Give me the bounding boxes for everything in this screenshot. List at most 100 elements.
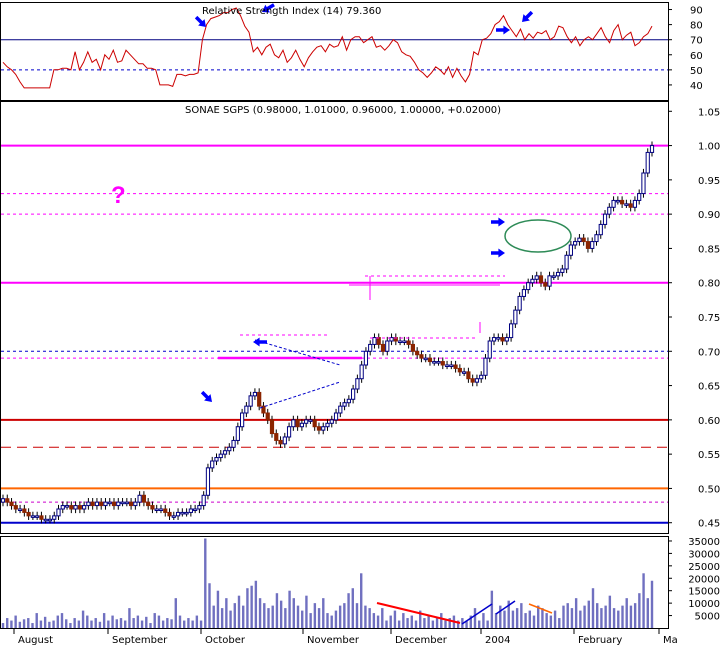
price-bar xyxy=(0,498,6,503)
price-bar xyxy=(573,241,578,246)
price-bar xyxy=(17,508,23,511)
volume-bar xyxy=(254,580,258,628)
price-bar xyxy=(598,223,603,236)
volume-bar xyxy=(250,585,253,628)
volume-bar xyxy=(343,603,346,628)
volume-bar xyxy=(187,618,190,628)
volume-bar xyxy=(140,620,144,628)
volume-bar xyxy=(161,620,165,628)
volume-bar xyxy=(69,623,72,628)
price-bar xyxy=(504,337,509,342)
price-bar xyxy=(205,467,211,496)
volume-bar xyxy=(10,620,13,628)
price-bar xyxy=(628,203,633,208)
volume-bar xyxy=(368,608,371,628)
price-bar xyxy=(13,505,18,510)
volume-bar xyxy=(271,605,274,628)
price-bar xyxy=(402,340,407,343)
price-bar xyxy=(368,343,373,352)
price-bar xyxy=(419,354,424,359)
price-bar xyxy=(218,453,223,459)
volume-panel: 5000 1000015000 2000025000 3000035000 August… xyxy=(1,537,720,646)
price-tick-label: 0.90 xyxy=(698,210,720,221)
price-bar xyxy=(351,388,356,400)
price-bar xyxy=(466,371,471,380)
price-bar xyxy=(56,508,61,517)
volume-bar xyxy=(322,598,325,628)
volume-bar xyxy=(638,593,641,628)
price-bar xyxy=(355,378,360,390)
price-bar xyxy=(462,371,467,374)
rsi-tick-label: 40 xyxy=(690,81,703,92)
price-bar xyxy=(530,278,535,284)
volume-bar xyxy=(574,598,578,628)
price-bar xyxy=(577,237,582,243)
volume-bar xyxy=(326,613,329,628)
volume-bar xyxy=(482,613,485,628)
price-bar xyxy=(385,340,390,352)
price-bar xyxy=(427,357,433,363)
price-bar xyxy=(30,515,35,518)
volume-bar xyxy=(596,603,599,628)
volume-bar xyxy=(52,620,55,628)
price-bar xyxy=(376,337,381,345)
price-tick-label: 1.00 xyxy=(698,142,720,153)
volume-bar xyxy=(612,608,616,628)
volume-bar xyxy=(275,593,279,628)
arrow-icon-head xyxy=(253,337,260,347)
volume-bar xyxy=(579,610,582,628)
price-bar xyxy=(487,340,492,359)
price-bar xyxy=(146,501,151,507)
price-frame xyxy=(0,101,669,534)
volume-bar xyxy=(650,580,654,628)
volume-bar xyxy=(208,583,211,628)
price-bar xyxy=(538,275,544,284)
volume-bar xyxy=(199,620,203,628)
volume-bar xyxy=(549,615,553,628)
volume-bar xyxy=(431,620,435,628)
volume-bar xyxy=(246,588,249,628)
price-bar xyxy=(590,241,595,249)
price-bar xyxy=(496,337,501,340)
month-label: August xyxy=(18,635,53,646)
volume-bar xyxy=(166,618,169,628)
volume-bar xyxy=(494,613,498,628)
volume-bar xyxy=(1,623,5,628)
volume-bar xyxy=(149,623,152,628)
price-tick-label: 0.85 xyxy=(698,244,720,255)
volume-bar xyxy=(305,595,308,628)
price-tick-label: 0.95 xyxy=(698,176,720,187)
volume-orange-line xyxy=(528,603,553,614)
price-bar xyxy=(594,234,599,243)
price-bar xyxy=(154,508,159,511)
price-bar xyxy=(316,426,322,431)
volume-bar xyxy=(22,619,26,628)
price-bar xyxy=(308,419,313,422)
price-bar xyxy=(406,340,411,345)
volume-downtrend-line xyxy=(376,602,461,624)
price-bar xyxy=(645,151,650,174)
volume-bar xyxy=(444,620,447,628)
volume-bar xyxy=(288,590,291,628)
price-bar xyxy=(312,419,317,428)
price-bar xyxy=(244,405,249,414)
panel-frames xyxy=(0,2,669,629)
volume-bar xyxy=(364,605,367,628)
chart-canvas: 40 50 60 70 80 90 0.45 0.50 0.55 0.60 0.65 0.70 0.7… xyxy=(0,2,720,646)
price-bar xyxy=(39,515,44,520)
price-bar xyxy=(329,419,334,424)
volume-bar xyxy=(279,600,283,628)
volume-bar xyxy=(18,621,22,628)
volume-bar xyxy=(486,620,489,628)
volume-bar xyxy=(511,610,515,628)
price-bar xyxy=(210,460,215,469)
price-bar xyxy=(227,446,232,452)
volume-bar xyxy=(220,608,224,628)
price-bar xyxy=(551,275,556,278)
question-mark-annotation: ? xyxy=(111,182,126,209)
volume-bar xyxy=(170,619,173,628)
price-bar xyxy=(526,282,531,291)
price-bar xyxy=(86,501,91,507)
volume-bar xyxy=(124,620,127,628)
rsi-tick-label: 90 xyxy=(690,6,703,17)
